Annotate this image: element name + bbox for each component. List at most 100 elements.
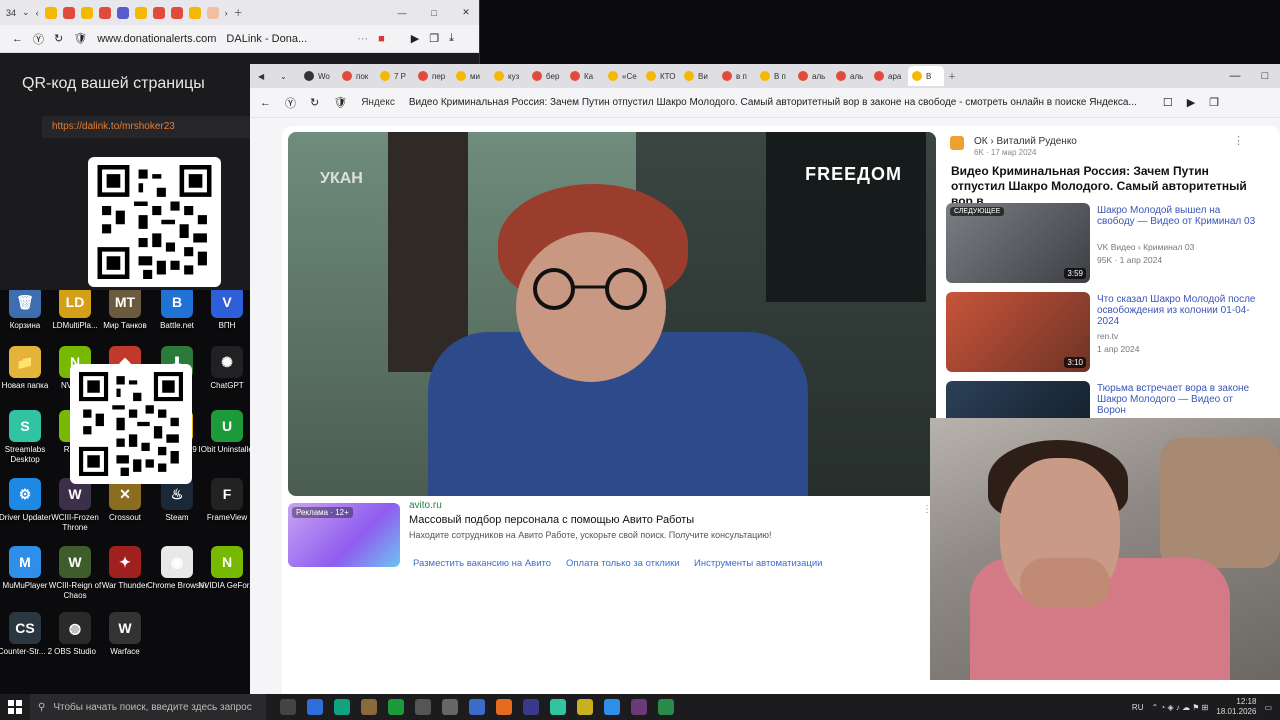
clock[interactable]: 12:18 18.01.2026 — [1216, 697, 1256, 717]
minimize-icon[interactable]: — — [1220, 70, 1250, 82]
speaker-icon[interactable]: ◀ — [258, 72, 280, 81]
video-source[interactable]: ОК › Виталий Руденко — [974, 136, 1077, 147]
browser-tab[interactable]: бер — [528, 66, 566, 86]
app-icon[interactable] — [469, 699, 485, 715]
desktop-icon[interactable]: W Warface — [92, 612, 158, 657]
firefox-icon[interactable] — [496, 699, 512, 715]
browser-tab[interactable]: В — [908, 66, 944, 86]
bookmark-icon[interactable]: ■ — [378, 33, 385, 45]
tab-icon[interactable] — [62, 6, 75, 19]
streamlabs-icon[interactable] — [550, 699, 566, 715]
browser-tab[interactable]: Ви — [680, 66, 718, 86]
chevron-down-icon[interactable]: ⌄ — [280, 72, 300, 81]
browser-tab[interactable]: куз — [490, 66, 528, 86]
related-video[interactable]: СЛЕДУЮЩЕЕ 3:59 Шакро Молодой вышел на св… — [946, 203, 1276, 287]
minimize-icon[interactable]: — — [389, 8, 415, 18]
related-thumbnail[interactable]: СЛЕДУЮЩЕЕ 3:59 — [946, 203, 1090, 283]
browser-tab[interactable]: в п — [718, 66, 756, 86]
tab-icon[interactable] — [134, 6, 147, 19]
tab-count[interactable]: 34 — [6, 8, 16, 18]
browser-tab[interactable]: 7 Р — [376, 66, 414, 86]
video-player[interactable]: FREEДOM УКАН — [288, 132, 936, 496]
new-tab-icon[interactable]: ＋ — [234, 6, 243, 19]
tab-icon[interactable] — [116, 6, 129, 19]
back-icon[interactable]: ← — [260, 97, 271, 109]
collections-icon[interactable]: ❐ — [429, 32, 439, 45]
qr-page-link[interactable]: https://dalink.to/mrshoker23 — [42, 116, 252, 138]
language-indicator[interactable]: RU — [1132, 703, 1144, 712]
tab-icon[interactable] — [206, 6, 219, 19]
related-video[interactable]: 3:10 Что сказал Шакро Молодой после осво… — [946, 292, 1276, 376]
related-title[interactable]: Что сказал Шакро Молодой после освобожде… — [1097, 294, 1257, 327]
tab-icon[interactable] — [188, 6, 201, 19]
tab-icon[interactable] — [98, 6, 111, 19]
collections-icon[interactable]: ❐ — [1209, 96, 1219, 109]
taskbar-search[interactable]: ⚲ Чтобы начать поиск, введите здесь запр… — [30, 694, 266, 720]
media-icon[interactable]: ▶ — [411, 32, 419, 45]
notifications-icon[interactable]: ▭ — [1264, 703, 1272, 712]
browser-tab[interactable]: аль — [794, 66, 832, 86]
iobit-icon[interactable] — [388, 699, 404, 715]
maximize-icon[interactable]: □ — [1250, 70, 1280, 82]
app-icon[interactable] — [577, 699, 593, 715]
ad-image[interactable]: Реклама · 12+ — [288, 503, 400, 567]
related-title[interactable]: Тюрьма встречает вора в законе Шакро Мол… — [1097, 383, 1257, 416]
tab-scroll-left-icon[interactable]: ‹ — [36, 8, 39, 18]
tab-label: В — [926, 71, 932, 81]
app-icon[interactable] — [415, 699, 431, 715]
tab-favicon-icon — [760, 71, 770, 81]
media-icon[interactable]: ▶ — [1187, 96, 1195, 109]
yandex-icon[interactable]: Ⓨ — [285, 95, 296, 111]
reload-icon[interactable]: ↻ — [54, 32, 63, 45]
ad-link[interactable]: Инструменты автоматизации — [694, 558, 822, 569]
more-icon[interactable]: ⋯ — [357, 32, 368, 45]
app-icon[interactable] — [631, 699, 647, 715]
bookmark-icon[interactable]: ☐ — [1163, 96, 1173, 109]
related-thumbnail[interactable]: 3:10 — [946, 292, 1090, 372]
ad-title[interactable]: Массовый подбор персонала с помощью Авит… — [409, 514, 694, 526]
tab-icon[interactable] — [44, 6, 57, 19]
ad-link[interactable]: Разместить вакансию на Авито — [413, 558, 551, 569]
browser-tab[interactable]: Wo — [300, 66, 338, 86]
yandex-icon[interactable]: Ⓨ — [33, 31, 44, 47]
download-icon[interactable]: ⤓ — [449, 32, 454, 45]
tab-scroll-right-icon[interactable]: › — [225, 8, 228, 18]
mumu-icon[interactable] — [604, 699, 620, 715]
settings-icon[interactable] — [442, 699, 458, 715]
task-view-icon[interactable] — [280, 699, 296, 715]
more-icon[interactable]: ⋮ — [1233, 134, 1244, 147]
browser-tab[interactable]: пер — [414, 66, 452, 86]
desktop-qr-code — [70, 364, 192, 484]
yandex-browser-icon[interactable] — [523, 699, 539, 715]
ad-badge: Реклама · 12+ — [292, 507, 353, 518]
back-icon[interactable]: ← — [12, 33, 23, 45]
browser-tab[interactable]: ми — [452, 66, 490, 86]
ad-link[interactable]: Оплата только за отклики — [566, 558, 680, 569]
chatgpt-icon[interactable] — [334, 699, 350, 715]
browser-tab[interactable]: аль — [832, 66, 870, 86]
tab-icon[interactable] — [80, 6, 93, 19]
close-icon[interactable]: ✕ — [453, 7, 479, 18]
ad-domain[interactable]: avito.ru — [409, 500, 442, 511]
browser-tab[interactable]: «Се — [604, 66, 642, 86]
chevron-down-icon[interactable]: ⌄ — [22, 7, 30, 18]
tab-icon[interactable] — [170, 6, 183, 19]
browser-tab[interactable]: В п — [756, 66, 794, 86]
url-domain[interactable]: www.donationalerts.com — [97, 33, 216, 45]
browser-tab[interactable]: КТО — [642, 66, 680, 86]
new-tab-icon[interactable]: ＋ — [948, 71, 968, 82]
related-title[interactable]: Шакро Молодой вышел на свободу — Видео о… — [1097, 205, 1257, 227]
tray-icons[interactable]: ⌃ ◔ ◈ ♪ ☁ ⚑ ⊞ — [1151, 703, 1208, 712]
browser-tab[interactable]: пок — [338, 66, 376, 86]
app-icon[interactable] — [658, 699, 674, 715]
maximize-icon[interactable]: □ — [421, 8, 447, 18]
browser-tab[interactable]: Ка — [566, 66, 604, 86]
site-label[interactable]: Яндекс — [361, 97, 395, 108]
app-icon[interactable] — [361, 699, 377, 715]
start-button[interactable] — [0, 700, 30, 714]
reload-icon[interactable]: ↻ — [310, 96, 319, 109]
tab-icon[interactable] — [152, 6, 165, 19]
page-title[interactable]: Видео Криминальная Россия: Зачем Путин о… — [409, 97, 1149, 108]
app-icon[interactable] — [307, 699, 323, 715]
browser-tab[interactable]: ара — [870, 66, 908, 86]
